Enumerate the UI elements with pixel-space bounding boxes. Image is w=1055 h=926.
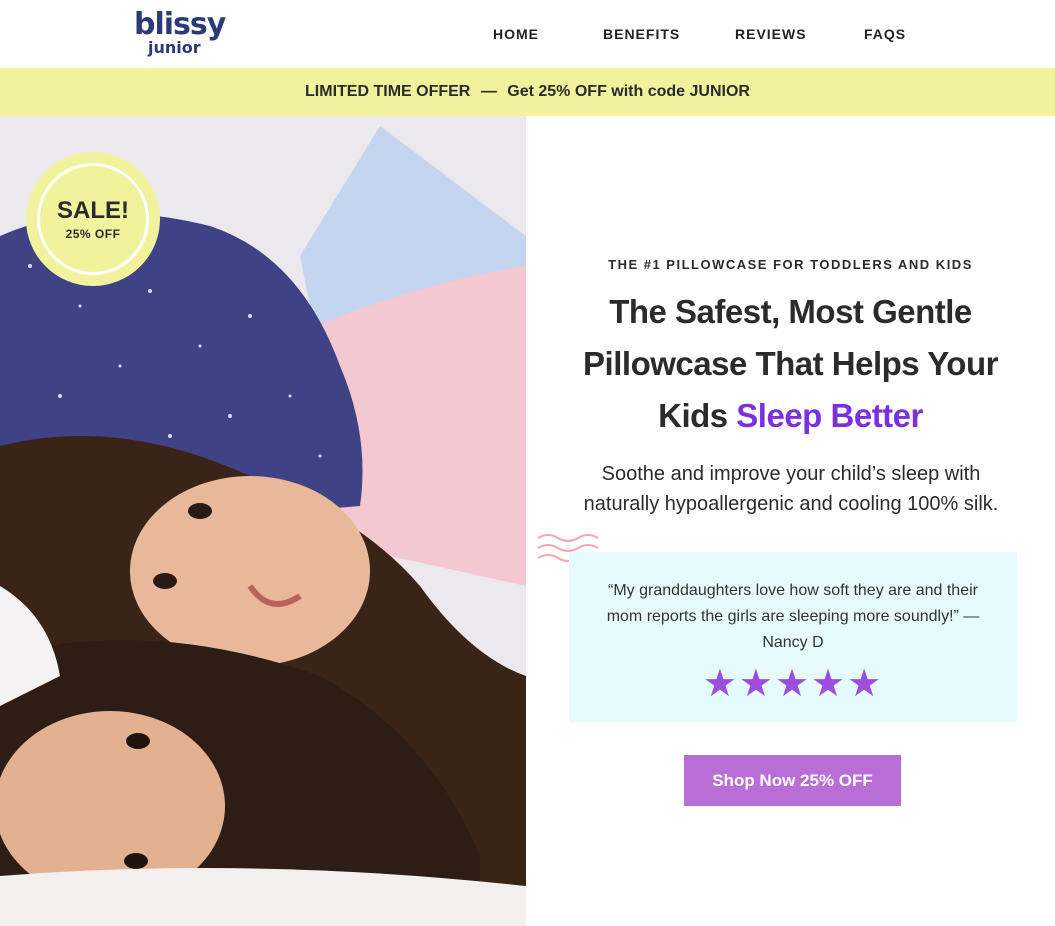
shop-now-button[interactable]: Shop Now 25% OFF (684, 755, 901, 806)
review-quote: “My granddaughters love how soft they ar… (589, 578, 997, 656)
nav-faqs[interactable]: FAQS (864, 26, 906, 42)
sale-badge-title: SALE! (57, 197, 129, 224)
star-rating-icon: ★★★★★ (702, 663, 884, 705)
headline-line-3: Kids (658, 397, 728, 434)
hero-subcopy: Soothe and improve your child’s sleep wi… (583, 463, 999, 515)
sale-badge-subtitle: 25% OFF (65, 227, 121, 241)
hero-content: THE #1 PILLOWCASE FOR TODDLERS AND KIDS … (526, 116, 1055, 926)
site-header: blissy junior HOME BENEFITS REVIEWS FAQS (0, 0, 1055, 68)
review-card: “My granddaughters love how soft they ar… (569, 552, 1017, 722)
review-author: Nancy D (762, 634, 824, 651)
nav-home[interactable]: HOME (493, 26, 539, 42)
headline-line-2: Pillowcase That Helps Your (583, 345, 998, 382)
hero-eyebrow: THE #1 PILLOWCASE FOR TODDLERS AND KIDS (608, 257, 973, 272)
hero-headline: The Safest, Most Gentle Pillowcase That … (556, 286, 1025, 442)
headline-line-1: The Safest, Most Gentle (609, 293, 972, 330)
nav-benefits[interactable]: BENEFITS (603, 26, 680, 42)
sale-badge-ring: SALE! 25% OFF (37, 163, 149, 275)
nav-reviews[interactable]: REVIEWS (735, 26, 807, 42)
promo-banner: LIMITED TIME OFFER — Get 25% OFF with co… (0, 68, 1055, 116)
promo-separator: — (480, 83, 497, 100)
sale-badge: SALE! 25% OFF (26, 152, 160, 286)
review-text: “My granddaughters love how soft they ar… (606, 582, 980, 625)
logo-subbrand: junior (148, 38, 201, 57)
promo-offer: Get 25% OFF with code JUNIOR (507, 83, 750, 100)
logo-wordmark: blissy (134, 7, 226, 42)
promo-lead: LIMITED TIME OFFER (305, 83, 471, 100)
brand-logo[interactable]: blissy junior (134, 8, 234, 62)
headline-accent: Sleep Better (736, 397, 923, 434)
